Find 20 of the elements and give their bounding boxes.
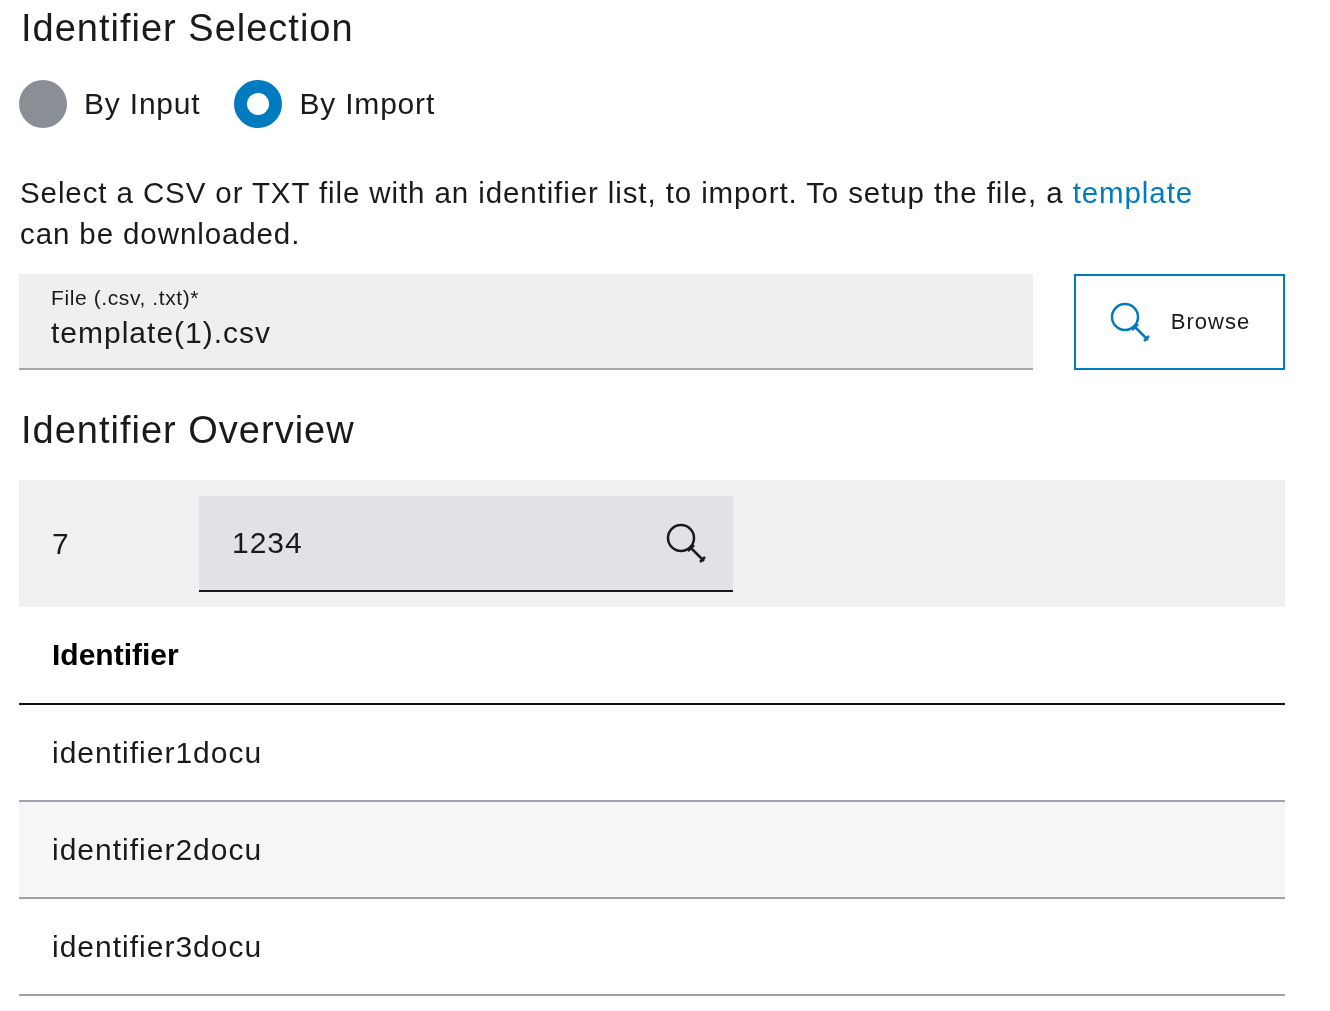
- file-field[interactable]: File (.csv, .txt)* template(1).csv: [19, 274, 1033, 370]
- radio-button[interactable]: [19, 80, 67, 128]
- table-cell: identifier1docu: [19, 704, 1285, 801]
- section-title: Identifier Selection: [21, 6, 355, 51]
- radio-button[interactable]: [234, 80, 283, 128]
- table-cell: identifier3docu: [19, 898, 1285, 995]
- column-header[interactable]: Identifier: [19, 607, 1285, 704]
- radio-option[interactable]: By Input: [19, 80, 201, 128]
- field-label: File (.csv, .txt)*: [51, 286, 201, 310]
- search-icon: [665, 521, 707, 564]
- search-field[interactable]: 1234: [199, 495, 733, 592]
- section-title: Identifier Overview: [21, 408, 356, 453]
- browse-button[interactable]: Browse: [1074, 274, 1285, 370]
- field-value: template(1).csv: [51, 316, 273, 350]
- template-link[interactable]: template: [1072, 176, 1194, 209]
- description-text: Select a CSV or TXT file with an identifier list, to import. To setup the file, a template can be downloaded.: [20, 175, 1195, 252]
- table-cell: identifier2docu: [19, 801, 1285, 898]
- count-label: 7: [52, 526, 70, 561]
- radio-option[interactable]: By Import: [234, 80, 436, 128]
- search-icon: [1108, 301, 1151, 343]
